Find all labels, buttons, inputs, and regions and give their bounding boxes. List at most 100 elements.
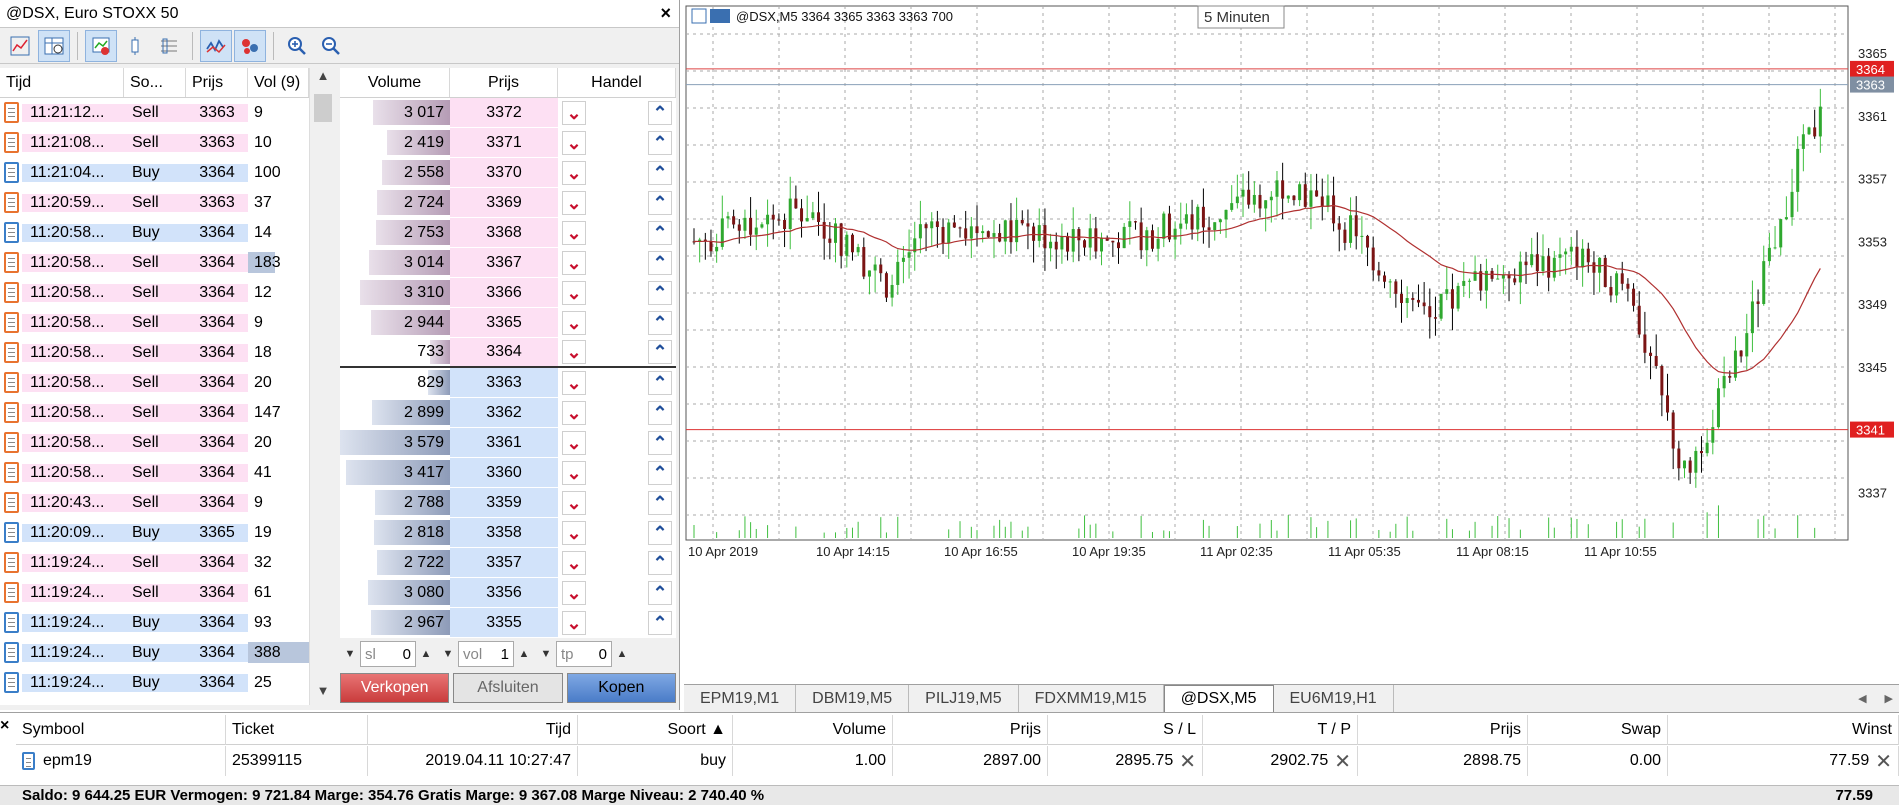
dom-row[interactable]: 3 017 3372 ⌄ ⌃ [340,98,676,128]
dom-price[interactable]: 3366 [450,278,558,307]
col-current-price[interactable]: Prijs [1358,715,1528,745]
sl-input[interactable]: sl 0 [360,641,416,667]
order-icon[interactable] [85,29,117,62]
sell-arrow-icon[interactable]: ⌄ [562,610,586,635]
col-volume[interactable]: Vol (9) [248,68,309,97]
dom-row[interactable]: 2 558 3370 ⌄ ⌃ [340,158,676,188]
dom-row[interactable]: 829 3363 ⌄ ⌃ [340,368,676,398]
dom-price[interactable]: 3360 [450,458,558,487]
sell-arrow-icon[interactable]: ⌄ [562,160,586,185]
tab-pilj19-m5[interactable]: PILJ19,M5 [909,685,1019,712]
trade-row[interactable]: 11:21:04... Buy 3364 100 [0,158,336,188]
dom-price[interactable]: 3367 [450,248,558,277]
sell-arrow-icon[interactable]: ⌄ [562,310,586,335]
scroll-up-icon[interactable]: ▲ [310,68,336,90]
table-icon[interactable] [38,29,70,62]
close-icon[interactable]: × [0,717,14,735]
dom-row[interactable]: 2 899 3362 ⌄ ⌃ [340,398,676,428]
dom-price[interactable]: 3363 [450,368,558,397]
col-time[interactable]: Tijd [368,715,578,745]
remove-sl-icon[interactable]: ✕ [1179,749,1196,774]
buy-arrow-icon[interactable]: ⌃ [648,100,672,125]
buy-arrow-icon[interactable]: ⌃ [648,310,672,335]
dom-price[interactable]: 3364 [450,338,558,366]
dom-price[interactable]: 3358 [450,518,558,547]
col-ticket[interactable]: Ticket [226,715,368,745]
dom-price[interactable]: 3368 [450,218,558,247]
buy-arrow-icon[interactable]: ⌃ [648,400,672,425]
trade-row[interactable]: 11:20:59... Sell 3363 37 [0,188,336,218]
col-price[interactable]: Prijs [186,68,248,97]
dom-row[interactable]: 2 724 3369 ⌄ ⌃ [340,188,676,218]
sell-arrow-icon[interactable]: ⌄ [562,430,586,455]
tab-epm19-m1[interactable]: EPM19,M1 [684,685,797,712]
trade-row[interactable]: 11:21:08... Sell 3363 10 [0,128,336,158]
tp-up-icon[interactable]: ▲ [612,641,632,667]
trade-row[interactable]: 11:20:58... Buy 3364 14 [0,218,336,248]
buy-arrow-icon[interactable]: ⌃ [648,550,672,575]
dom-row[interactable]: 2 944 3365 ⌄ ⌃ [340,308,676,338]
dom-price[interactable]: 3356 [450,578,558,607]
buy-arrow-icon[interactable]: ⌃ [648,580,672,605]
dom-price[interactable]: 3371 [450,128,558,157]
sell-arrow-icon[interactable]: ⌄ [562,130,586,155]
tab-dsx-m5[interactable]: @DSX,M5 [1163,685,1274,712]
sell-arrow-icon[interactable]: ⌄ [562,400,586,425]
col-swap[interactable]: Swap [1528,715,1668,745]
sell-arrow-icon[interactable]: ⌄ [562,520,586,545]
remove-tp-icon[interactable]: ✕ [1334,749,1351,774]
dom-row[interactable]: 733 3364 ⌄ ⌃ [340,338,676,368]
sl-down-icon[interactable]: ▼ [340,641,360,667]
tab-right-icon[interactable]: ▶ [1885,692,1893,705]
sell-arrow-icon[interactable]: ⌄ [562,550,586,575]
dom-row[interactable]: 2 753 3368 ⌄ ⌃ [340,218,676,248]
sell-arrow-icon[interactable]: ⌄ [562,250,586,275]
trade-row[interactable]: 11:19:24... Buy 3364 25 [0,668,336,698]
tp-down-icon[interactable]: ▼ [536,641,556,667]
dom-row[interactable]: 3 014 3367 ⌄ ⌃ [340,248,676,278]
dom-price[interactable]: 3372 [450,98,558,127]
chart-canvas[interactable]: 3365 3361 3357 3353 3349 3345 3337 33643363 3341… [684,4,1899,684]
buy-arrow-icon[interactable]: ⌃ [648,520,672,545]
trade-row[interactable]: 11:20:09... Buy 3365 19 [0,518,336,548]
tab-dbm19-m5[interactable]: DBM19,M5 [796,685,910,712]
trade-row[interactable]: 11:19:24... Sell 3364 61 [0,578,336,608]
dom-price[interactable]: 3355 [450,608,558,637]
dom-price[interactable]: 3365 [450,308,558,337]
sell-button[interactable]: Verkopen [340,673,450,703]
dom-price[interactable]: 3370 [450,158,558,187]
chart-menu-icon[interactable] [691,8,707,24]
buy-arrow-icon[interactable]: ⌃ [648,490,672,515]
buy-button[interactable]: Kopen [566,673,676,703]
dom-row[interactable]: 3 579 3361 ⌄ ⌃ [340,428,676,458]
price-chart[interactable]: 3365 3361 3357 3353 3349 3345 3337 3364 3363 3341… [684,4,1899,686]
chart-icon[interactable] [4,30,36,62]
trade-row[interactable]: 11:19:24... Buy 3364 93 [0,608,336,638]
scroll-down-icon[interactable]: ▼ [310,683,336,705]
col-volume[interactable]: Volume [733,715,893,745]
col-symbol[interactable]: Symbool [16,715,226,745]
sell-arrow-icon[interactable]: ⌄ [562,190,586,215]
col-sl[interactable]: S / L [1048,715,1203,745]
position-row[interactable]: epm19 25399115 2019.04.11 10:27:47 buy 1… [16,746,1899,776]
buy-arrow-icon[interactable]: ⌃ [648,250,672,275]
dom-row[interactable]: 2 818 3358 ⌄ ⌃ [340,518,676,548]
buy-arrow-icon[interactable]: ⌃ [648,370,672,395]
buy-arrow-icon[interactable]: ⌃ [648,280,672,305]
col-profit[interactable]: Winst [1668,715,1899,745]
tab-eu6m19-h1[interactable]: EU6M19,H1 [1274,685,1394,712]
buy-arrow-icon[interactable]: ⌃ [648,340,672,364]
tp-input[interactable]: tp 0 [556,641,612,667]
trade-row[interactable]: 11:20:58... Sell 3364 12 [0,278,336,308]
buy-arrow-icon[interactable]: ⌃ [648,130,672,155]
dom-row[interactable]: 2 788 3359 ⌄ ⌃ [340,488,676,518]
dom-row[interactable]: 2 967 3355 ⌄ ⌃ [340,608,676,638]
scroll-thumb[interactable] [314,94,332,122]
trade-row[interactable]: 11:20:58... Sell 3364 20 [0,428,336,458]
col-time[interactable]: Tijd [0,68,124,97]
sell-arrow-icon[interactable]: ⌄ [562,100,586,125]
plot-area[interactable] [685,5,1849,541]
trade-row[interactable]: 11:20:58... Sell 3364 20 [0,368,336,398]
volume-input[interactable]: vol 1 [458,641,514,667]
trade-row[interactable]: 11:20:43... Sell 3364 9 [0,488,336,518]
